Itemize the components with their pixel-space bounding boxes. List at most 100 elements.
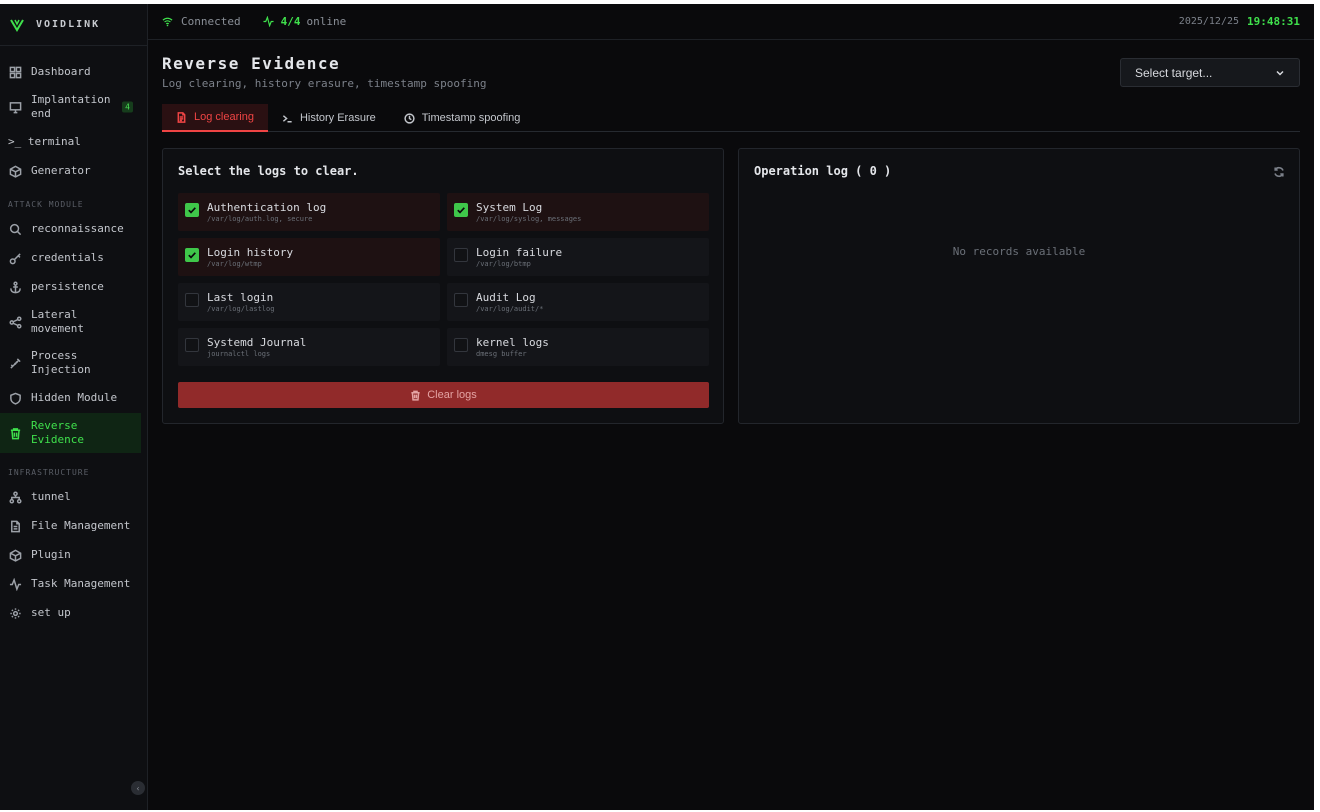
log-path: /var/log/wtmp	[207, 260, 262, 268]
sidebar-item-task-management[interactable]: Task Management	[0, 570, 141, 598]
panel-title: Operation log ( 0 )	[754, 164, 892, 178]
connection-status: Connected	[162, 15, 241, 28]
network-icon	[8, 490, 22, 504]
target-select-value: Select target...	[1135, 65, 1213, 80]
checkbox[interactable]	[185, 203, 199, 217]
log-option-login-failure[interactable]: Login failure /var/log/btmp	[447, 238, 709, 276]
log-path: journalctl logs	[207, 350, 271, 358]
gear-icon	[8, 606, 22, 620]
terminal-icon	[282, 114, 292, 122]
tab-timestamp-spoofing[interactable]: Timestamp spoofing	[390, 104, 535, 132]
sidebar-item-label: persistence	[31, 280, 104, 293]
sidebar-item-file-management[interactable]: File Management	[0, 512, 141, 540]
checkbox[interactable]	[185, 293, 199, 307]
sidebar-item-persistence[interactable]: persistence	[0, 273, 141, 301]
online-label: online	[306, 15, 347, 28]
activity-icon	[263, 16, 274, 27]
sidebar-collapse-button[interactable]: ‹	[131, 781, 145, 795]
datetime: 2025/12/25 19:48:31	[1179, 15, 1300, 28]
log-name: Authentication log	[207, 201, 327, 214]
log-name: Login history	[207, 246, 294, 259]
topbar: Connected 4/4 online 2025/12/25 19:48:31	[148, 4, 1314, 40]
sidebar-item-terminal[interactable]: >_ terminal	[0, 128, 141, 156]
page-subtitle: Log clearing, history erasure, timestamp…	[162, 77, 487, 90]
sidebar-item-reconnaissance[interactable]: reconnaissance	[0, 215, 141, 243]
sidebar: VOIDLINK Dashboard Implantation end 4 >_…	[0, 4, 148, 810]
log-path: /var/log/auth.log, secure	[207, 215, 313, 223]
log-name: Systemd Journal	[207, 336, 307, 349]
log-path: dmesg buffer	[476, 350, 527, 358]
log-name: kernel logs	[476, 336, 549, 349]
sidebar-item-process-injection[interactable]: Process Injection	[0, 343, 141, 383]
sidebar-item-label: set up	[31, 606, 71, 619]
brand[interactable]: VOIDLINK	[0, 4, 147, 46]
log-option-authentication[interactable]: Authentication log /var/log/auth.log, se…	[178, 193, 440, 231]
check-icon	[457, 207, 465, 214]
log-option-last-login[interactable]: Last login /var/log/lastlog	[178, 283, 440, 321]
log-option-login-history[interactable]: Login history /var/log/wtmp	[178, 238, 440, 276]
checkbox[interactable]	[185, 338, 199, 352]
online-count: 4/4	[280, 15, 301, 28]
tab-history-erasure[interactable]: History Erasure	[268, 104, 390, 132]
refresh-button[interactable]	[1273, 163, 1285, 178]
file-text-icon	[177, 111, 186, 123]
checkbox[interactable]	[454, 338, 468, 352]
log-option-system[interactable]: System Log /var/log/syslog, messages	[447, 193, 709, 231]
log-option-systemd-journal[interactable]: Systemd Journal journalctl logs	[178, 328, 440, 366]
sidebar-item-reverse-evidence[interactable]: Reverse Evidence	[0, 413, 141, 453]
brand-name: VOIDLINK	[36, 19, 101, 30]
tab-label: Log clearing	[194, 111, 254, 123]
log-option-audit[interactable]: Audit Log /var/log/audit/*	[447, 283, 709, 321]
log-select-panel: Select the logs to clear. Authentication…	[162, 148, 724, 424]
sidebar-item-label: Dashboard	[31, 65, 91, 78]
sidebar-item-label: Plugin	[31, 548, 71, 561]
checkbox[interactable]	[454, 248, 468, 262]
checkbox[interactable]	[185, 248, 199, 262]
chevron-down-icon	[1276, 70, 1284, 76]
target-select[interactable]: Select target...	[1120, 58, 1300, 87]
sidebar-item-dashboard[interactable]: Dashboard	[0, 58, 141, 86]
sidebar-item-set-up[interactable]: set up	[0, 599, 141, 627]
tab-label: Timestamp spoofing	[421, 112, 521, 124]
sidebar-item-label: Hidden Module	[31, 391, 118, 404]
tab-label: History Erasure	[299, 112, 376, 124]
tab-log-clearing[interactable]: Log clearing	[162, 104, 268, 132]
sidebar-item-lateral-movement[interactable]: Lateral movement	[0, 302, 141, 342]
dashboard-icon	[8, 65, 22, 79]
clock-icon	[404, 112, 415, 124]
clear-logs-button[interactable]: Clear logs	[178, 382, 709, 408]
log-path: /var/log/audit/*	[476, 305, 544, 313]
log-path: /var/log/syslog, messages	[476, 215, 582, 223]
search-icon	[8, 222, 22, 236]
key-icon	[8, 251, 22, 265]
activity-icon	[8, 577, 22, 591]
sidebar-item-credentials[interactable]: credentials	[0, 244, 141, 272]
log-name: Login failure	[476, 246, 563, 259]
section-label-attack: ATTACK MODULE	[8, 200, 84, 209]
trash-icon	[411, 390, 420, 401]
sidebar-item-label: tunnel	[31, 490, 71, 503]
sidebar-item-implantation-end[interactable]: Implantation end 4	[0, 87, 141, 127]
panel-title: Select the logs to clear.	[178, 164, 359, 178]
file-icon	[8, 519, 22, 533]
sidebar-item-plugin[interactable]: Plugin	[0, 541, 141, 569]
wifi-icon	[162, 17, 173, 27]
log-option-kernel[interactable]: kernel logs dmesg buffer	[447, 328, 709, 366]
checkbox[interactable]	[454, 293, 468, 307]
refresh-icon	[1274, 166, 1284, 178]
sidebar-item-label: Implantation end	[31, 93, 111, 120]
sidebar-item-generator[interactable]: Generator	[0, 157, 141, 185]
sidebar-item-tunnel[interactable]: tunnel	[0, 483, 141, 511]
sidebar-item-label: Generator	[31, 164, 91, 177]
log-options-grid: Authentication log /var/log/auth.log, se…	[178, 193, 709, 366]
package-icon	[8, 548, 22, 562]
online-status: 4/4 online	[263, 15, 347, 28]
checkbox[interactable]	[454, 203, 468, 217]
check-icon	[188, 252, 196, 259]
sidebar-item-hidden-module[interactable]: Hidden Module	[0, 384, 141, 412]
log-path: /var/log/lastlog	[207, 305, 275, 313]
main-content: Reverse Evidence Log clearing, history e…	[148, 40, 1314, 810]
log-name: System Log	[476, 201, 543, 214]
check-icon	[188, 207, 196, 214]
shield-icon	[8, 391, 22, 405]
